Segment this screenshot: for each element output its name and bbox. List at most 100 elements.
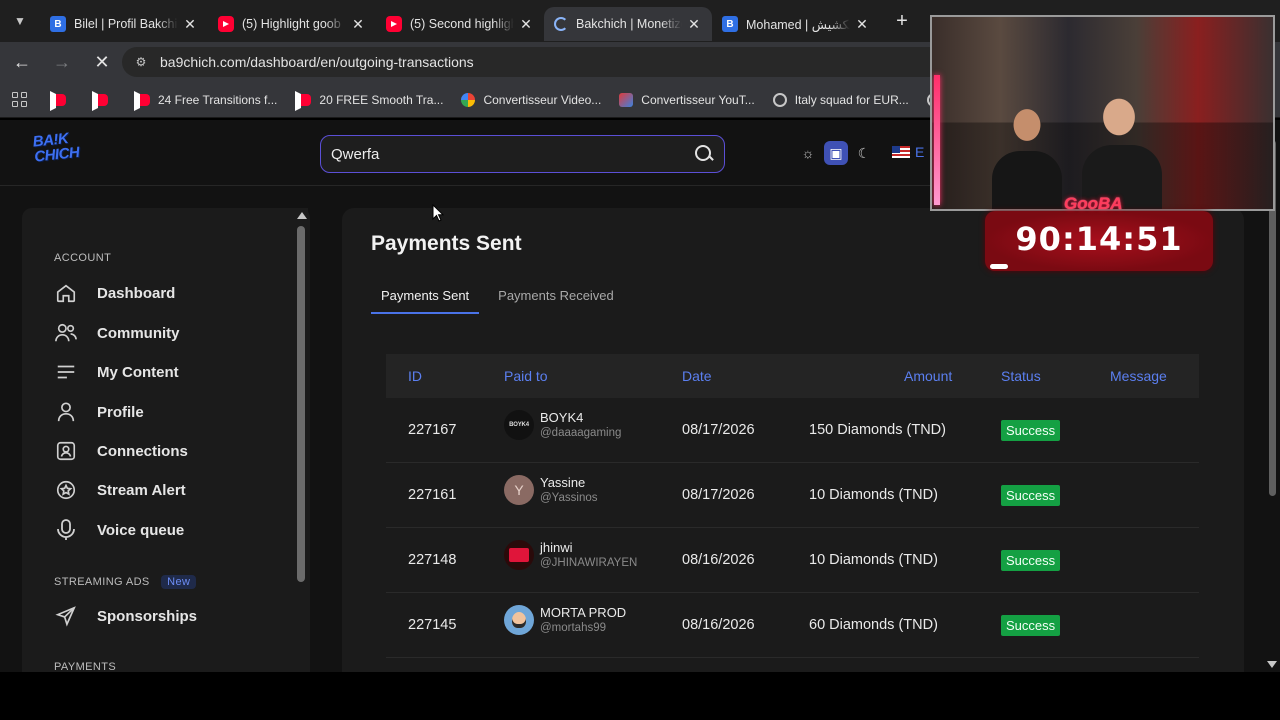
browser-tab-active[interactable]: Bakchich | Monetize ✕ — [544, 7, 712, 41]
cell-date: 08/16/2026 — [682, 552, 755, 568]
sidebar-item-community[interactable]: Community — [52, 318, 180, 348]
payee-name: Yassine — [540, 475, 586, 490]
google-favicon — [461, 92, 476, 107]
column-header-amount[interactable]: Amount — [904, 368, 952, 384]
sidebar-item-voice-queue[interactable]: Voice queue — [52, 515, 184, 545]
bookmark-item[interactable]: Convertisseur YouT... — [619, 92, 755, 107]
cell-amount: 150 Diamonds (TND) — [809, 422, 946, 438]
payee[interactable]: jhinwi @JHINAWIRAYEN — [504, 540, 637, 570]
status-badge: Success — [1001, 615, 1061, 636]
youtube-favicon — [92, 93, 108, 106]
star-badge-icon — [52, 478, 80, 502]
close-tab-icon[interactable]: ✕ — [686, 16, 702, 33]
browser-tab[interactable]: (5) Second highlight ✕ — [376, 7, 544, 41]
back-arrow-icon[interactable]: ← — [4, 44, 40, 80]
payee[interactable]: MORTA PROD @mortahs99 — [504, 605, 626, 635]
payee[interactable]: BOYK4 BOYK4 @daaaagaming — [504, 410, 621, 440]
bookmark-item[interactable]: 20 FREE Smooth Tra... — [295, 93, 443, 107]
scroll-up-arrow-icon[interactable] — [297, 212, 307, 219]
section-label-account: ACCOUNT — [54, 252, 112, 264]
payee-name: BOYK4 — [540, 410, 584, 425]
search-box[interactable] — [320, 135, 725, 173]
sidebar-item-connections[interactable]: Connections — [52, 436, 188, 466]
youtube-favicon — [134, 93, 150, 106]
sidebar-item-profile[interactable]: Profile — [52, 397, 144, 427]
payee-handle: @mortahs99 — [540, 622, 607, 634]
close-tab-icon[interactable]: ✕ — [182, 16, 198, 33]
payee-name: MORTA PROD — [540, 605, 627, 620]
tab-title: (5) Highlight goob — [242, 17, 341, 31]
column-header-date[interactable]: Date — [682, 368, 712, 384]
cell-date: 08/17/2026 — [682, 487, 755, 503]
monitor-icon[interactable]: ▣ — [824, 141, 848, 165]
sidebar: ACCOUNT Dashboard Community My Content P… — [22, 208, 310, 672]
close-tab-icon[interactable]: ✕ — [518, 16, 534, 33]
bookmark-item[interactable] — [50, 93, 74, 106]
timer-value: 90:14:51 — [1015, 220, 1183, 258]
tab-search-chevron-icon[interactable]: ▼ — [0, 0, 40, 42]
contact-icon — [52, 439, 80, 463]
cell-amount: 60 Diamonds (TND) — [809, 617, 938, 633]
payee[interactable]: Y Yassine @Yassinos — [504, 475, 597, 505]
sidebar-item-my-content[interactable]: My Content — [52, 357, 179, 387]
loading-spinner-icon — [554, 17, 568, 31]
bakchich-favicon: B — [722, 16, 738, 32]
bookmark-item[interactable]: Italy squad for EUR... — [772, 92, 909, 107]
forward-arrow-icon[interactable]: → — [44, 44, 80, 80]
page-title: Payments Sent — [371, 232, 522, 255]
timer-label: GooBA — [1064, 194, 1123, 213]
avatar: BOYK4 — [504, 410, 534, 440]
payee-name: jhinwi — [540, 540, 573, 555]
sun-icon[interactable]: ☼ — [796, 141, 820, 165]
language-selector[interactable]: E — [892, 144, 924, 160]
site-settings-icon[interactable]: ⚙ — [132, 53, 150, 71]
new-tab-plus-icon[interactable]: + — [886, 5, 918, 37]
moon-icon[interactable]: ☾ — [852, 141, 876, 165]
close-tab-icon[interactable]: ✕ — [854, 16, 870, 33]
status-badge: Success — [1001, 420, 1061, 441]
cell-id: 227161 — [408, 487, 457, 503]
payee-handle: @Yassinos — [540, 492, 598, 504]
table-row: 227148 jhinwi @JHINAWIRAYEN 08/16/2026 1… — [386, 528, 1199, 593]
sidebar-item-dashboard[interactable]: Dashboard — [52, 278, 175, 308]
tab-payments-received[interactable]: Payments Received — [488, 282, 624, 314]
stop-loading-icon[interactable]: ✕ — [84, 44, 120, 80]
browser-tab[interactable]: (5) Highlight goob ✕ — [208, 7, 376, 41]
browser-tab[interactable]: B Bilel | Profil Bakchich ✕ — [40, 7, 208, 41]
search-input[interactable] — [331, 145, 694, 163]
sidebar-scroll-thumb[interactable] — [297, 226, 305, 582]
column-header-id[interactable]: ID — [408, 368, 422, 384]
theme-toggle: ☼ ▣ ☾ — [796, 140, 882, 166]
new-badge: New — [161, 575, 197, 589]
column-header-message[interactable]: Message — [1110, 368, 1167, 384]
cell-id: 227148 — [408, 552, 457, 568]
column-header-paid-to[interactable]: Paid to — [504, 368, 548, 384]
bookmark-item[interactable]: Convertisseur Video... — [461, 92, 601, 107]
tab-title: Bilel | Profil Bakchich — [74, 17, 178, 31]
globe-icon — [772, 92, 787, 107]
cell-id: 227145 — [408, 617, 457, 633]
status-badge: Success — [1001, 485, 1061, 506]
tab-title: (5) Second highlight — [410, 17, 514, 31]
cell-id: 227167 — [408, 422, 457, 438]
browser-tab[interactable]: B Mohamed | بكشيش ✕ — [712, 7, 880, 41]
send-icon — [52, 604, 80, 628]
bakchich-logo[interactable]: BA!K CHICH — [32, 129, 86, 174]
payee-handle: @daaaagaming — [540, 427, 622, 439]
bookmark-item[interactable] — [92, 93, 116, 106]
apps-grid-icon[interactable] — [12, 91, 28, 108]
search-icon[interactable] — [694, 144, 714, 164]
tab-payments-sent[interactable]: Payments Sent — [371, 282, 480, 314]
scroll-down-arrow-icon[interactable] — [1267, 661, 1277, 668]
bookmark-item[interactable]: 24 Free Transitions f... — [134, 93, 277, 107]
sidebar-item-stream-alert[interactable]: Stream Alert — [52, 475, 186, 505]
payments-tabs: Payments Sent Payments Received — [371, 282, 633, 314]
screen: ▼ B Bilel | Profil Bakchich ✕ (5) Highli… — [0, 0, 1280, 720]
sidebar-item-sponsorships[interactable]: Sponsorships — [52, 601, 197, 631]
tab-title: Mohamed | بكشيش — [746, 17, 850, 32]
lines-icon — [52, 360, 80, 384]
cell-amount: 10 Diamonds (TND) — [809, 487, 938, 503]
avatar — [504, 605, 534, 635]
close-tab-icon[interactable]: ✕ — [350, 16, 366, 33]
column-header-status[interactable]: Status — [1001, 368, 1041, 384]
